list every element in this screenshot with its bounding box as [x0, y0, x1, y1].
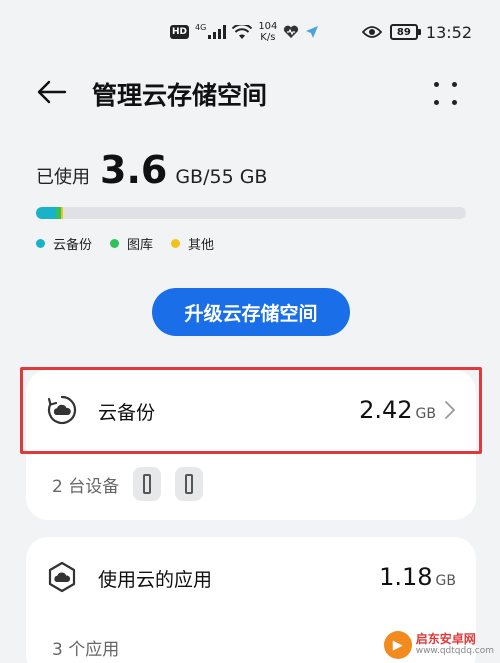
progress-segment-2 — [60, 207, 63, 219]
legend-dot — [110, 239, 120, 248]
highlight-box — [20, 367, 482, 454]
watermark-text: 启东安卓网 www.qdtqdq.com — [416, 633, 494, 657]
used-label: 已使用 — [36, 167, 90, 188]
watermark-logo-icon: ▶ — [383, 631, 412, 659]
more-dot — [452, 82, 457, 87]
cloud-apps-label: 使用云的应用 — [98, 569, 213, 591]
used-total: GB/55 GB — [175, 166, 268, 188]
battery-level: 89 — [396, 26, 411, 38]
legend-dot — [36, 239, 45, 248]
network-type: 4G — [195, 22, 207, 32]
status-left-group: HD 4G 104 K/s — [170, 18, 319, 46]
cloud-apps-size-value: 1.18 — [379, 563, 433, 591]
clock: 13:52 — [425, 22, 472, 42]
storage-legend: 云备份 图库 其他 — [36, 234, 214, 253]
speed-value: 104 — [258, 21, 278, 32]
usage-summary: 已使用 3.6 GB/55 GB — [36, 148, 466, 192]
hd-icon: HD — [170, 25, 190, 39]
apps-row[interactable]: 3 个应用 — [52, 635, 119, 660]
cloud-apps-size-unit: GB — [435, 573, 456, 589]
legend-item: 图库 — [110, 234, 153, 253]
used-value: 3.6 — [100, 148, 168, 192]
app-header: 管理云存储空间 — [0, 60, 500, 124]
watermark-url: www.qdtqdq.com — [415, 646, 494, 656]
more-dot — [452, 100, 457, 105]
watermark-title: 启东安卓网 — [415, 632, 476, 646]
storage-progress-bar — [36, 207, 466, 219]
eye-icon — [361, 26, 382, 38]
page-title: 管理云存储空间 — [92, 81, 268, 110]
status-bar: HD 4G 104 K/s 89 13:52 — [0, 0, 500, 60]
watermark: ▶ 启东安卓网 www.qdtqdq.com — [383, 631, 494, 659]
status-right-group: 89 13:52 — [361, 18, 472, 46]
wifi-icon — [232, 24, 253, 39]
legend-label: 云备份 — [53, 238, 93, 253]
legend-item: 其他 — [171, 234, 214, 253]
devices-text: 2 台设备 — [52, 476, 120, 497]
cloud-apps-row[interactable]: 使用云的应用 1.18 GB — [26, 537, 476, 615]
legend-dot — [171, 239, 181, 248]
legend-label: 其他 — [188, 238, 215, 253]
more-options-button[interactable] — [428, 74, 464, 110]
heart-icon — [284, 25, 299, 38]
storage-usage: 已使用 3.6 GB/55 GB 云备份 图库 其他 — [36, 148, 466, 253]
phone-icon — [133, 467, 162, 501]
apps-text: 3 个应用 — [52, 640, 120, 660]
more-dot — [434, 100, 439, 105]
devices-row[interactable]: 2 台设备 — [52, 467, 204, 501]
cloud-apps-size: 1.18 GB — [379, 563, 456, 591]
legend-item: 云备份 — [36, 234, 92, 253]
progress-segment-0 — [36, 207, 56, 219]
location-icon — [306, 26, 319, 38]
phone-icon — [175, 467, 204, 501]
back-arrow-icon — [37, 80, 67, 104]
legend-label: 图库 — [127, 238, 154, 253]
upgrade-storage-button[interactable]: 升级云存储空间 — [152, 288, 350, 336]
battery-icon: 89 — [389, 24, 421, 40]
cloud-apps-icon — [48, 561, 76, 593]
signal-icon — [208, 25, 227, 39]
speed-unit: K/s — [260, 32, 276, 43]
back-button[interactable] — [34, 74, 70, 110]
more-dots-icon — [434, 82, 439, 87]
network-speed: 104 K/s — [258, 21, 277, 43]
